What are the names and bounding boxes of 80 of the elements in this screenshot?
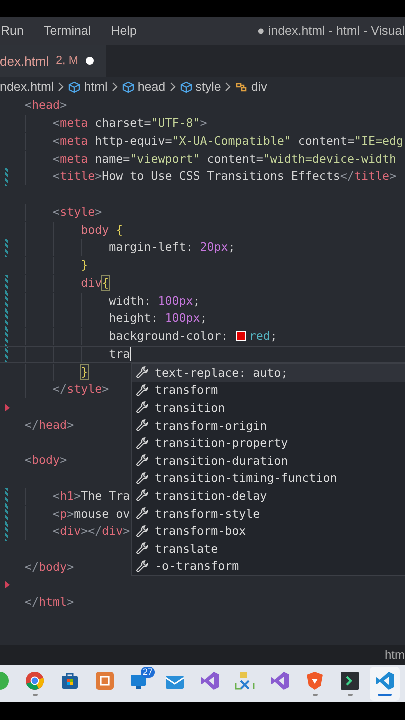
suggestion-item[interactable]: translate	[132, 540, 405, 558]
wrench-icon	[136, 472, 149, 485]
code-line: background-color: red;	[25, 328, 278, 346]
code-editor-icon	[375, 671, 395, 691]
status-item[interactable]: htm	[384, 648, 405, 662]
code-line: </html>	[25, 594, 74, 612]
code-line: <title>How to Use CSS Transitions Effects</title>	[25, 168, 396, 186]
wrench-icon	[136, 454, 149, 468]
code-line: }	[25, 364, 88, 381]
symbol-icon	[235, 80, 248, 94]
wrench-icon	[136, 524, 149, 538]
cube-icon	[68, 80, 82, 94]
suggestion-item[interactable]: -o-transform	[132, 558, 405, 576]
cube-icon	[180, 80, 193, 94]
code-line: <meta name="viewport" content="width=device-width	[25, 150, 397, 168]
wrench-icon	[136, 384, 149, 397]
suggestion-item[interactable]: transition-delay	[132, 487, 405, 505]
wrench-icon	[136, 366, 149, 380]
shield-icon	[305, 671, 325, 691]
code-line: </style>	[25, 381, 110, 398]
code-line: }	[25, 257, 88, 274]
code-line: body {	[25, 222, 124, 239]
code-line: <meta http-equiv="X-UA-Compatible" content="IE=edg	[25, 132, 404, 150]
code-line: <body>	[25, 452, 68, 470]
wrench-icon	[136, 401, 149, 414]
code-line: <style>	[25, 204, 102, 221]
menu-item[interactable]: Run	[0, 24, 33, 38]
taskbar-button[interactable]: 27	[125, 666, 155, 700]
window-title: ● index.html - html - Visual	[257, 24, 405, 38]
text-cursor	[130, 347, 132, 362]
chevron-icon	[110, 82, 119, 92]
code-line: <head>	[25, 97, 68, 114]
suggestion-item[interactable]: transform	[132, 382, 405, 400]
notification-badge: 27	[140, 666, 155, 678]
wheel-icon	[25, 671, 45, 691]
suggestion-item[interactable]: transition-timing-function	[132, 470, 405, 488]
suggestion-item[interactable]: text-replace: auto;	[132, 364, 405, 382]
menu-item[interactable]: Terminal	[42, 24, 100, 38]
code-line: div{	[25, 274, 110, 292]
suggestion-item[interactable]: transform-origin	[132, 416, 405, 434]
cube-icon	[122, 80, 135, 94]
tools-icon	[235, 671, 255, 691]
code-line: <div></div>	[25, 523, 130, 540]
breadcrumb-item[interactable]: head	[122, 80, 166, 94]
wrench-icon	[136, 436, 149, 450]
suggestion-item[interactable]: transform-box	[132, 522, 405, 540]
breadcrumb-item[interactable]: ndex.html	[0, 80, 54, 94]
breadcrumb-item[interactable]: div	[235, 80, 268, 94]
chevron-icon	[57, 82, 66, 92]
ribbon-icon	[200, 671, 220, 691]
wrench-icon	[136, 489, 149, 502]
code-line: <p>mouse ov	[25, 506, 130, 523]
menu-item[interactable]: Help	[110, 24, 146, 38]
code-line: margin-left: 20px;	[25, 239, 236, 256]
app-icon	[95, 671, 115, 691]
code-line: </head>	[25, 416, 74, 434]
wrench-icon	[136, 542, 149, 556]
wrench-icon	[136, 507, 149, 520]
chevron-icon	[224, 82, 232, 92]
code-line: <meta charset="UTF-8">	[25, 115, 208, 132]
wrench-icon	[136, 560, 149, 573]
suggestion-item[interactable]: transition-property	[132, 434, 405, 452]
code-line: tra	[25, 346, 130, 363]
problem-count: 2, M	[56, 55, 79, 67]
suggestion-item[interactable]: transition	[132, 399, 405, 417]
color-swatch	[236, 331, 246, 342]
shopping-bag-icon	[60, 671, 80, 691]
ribbon-icon	[270, 671, 290, 691]
suggestion-item[interactable]: transition-duration	[132, 452, 405, 470]
wrench-icon	[136, 419, 149, 432]
code-line: height: 100px;	[25, 310, 208, 328]
breadcrumb-item[interactable]: style	[180, 80, 222, 94]
chevron-icon	[168, 82, 177, 92]
code-line: </body>	[25, 558, 74, 576]
editor-tab[interactable]: dex.html 2, M	[0, 45, 106, 77]
breadcrumb-item[interactable]: html	[68, 80, 108, 94]
code-line: <h1>The Tra	[25, 488, 130, 505]
suggestion-item[interactable]: transform-style	[132, 504, 405, 522]
code-line: width: 100px;	[25, 292, 200, 310]
terminal-icon	[340, 671, 360, 691]
